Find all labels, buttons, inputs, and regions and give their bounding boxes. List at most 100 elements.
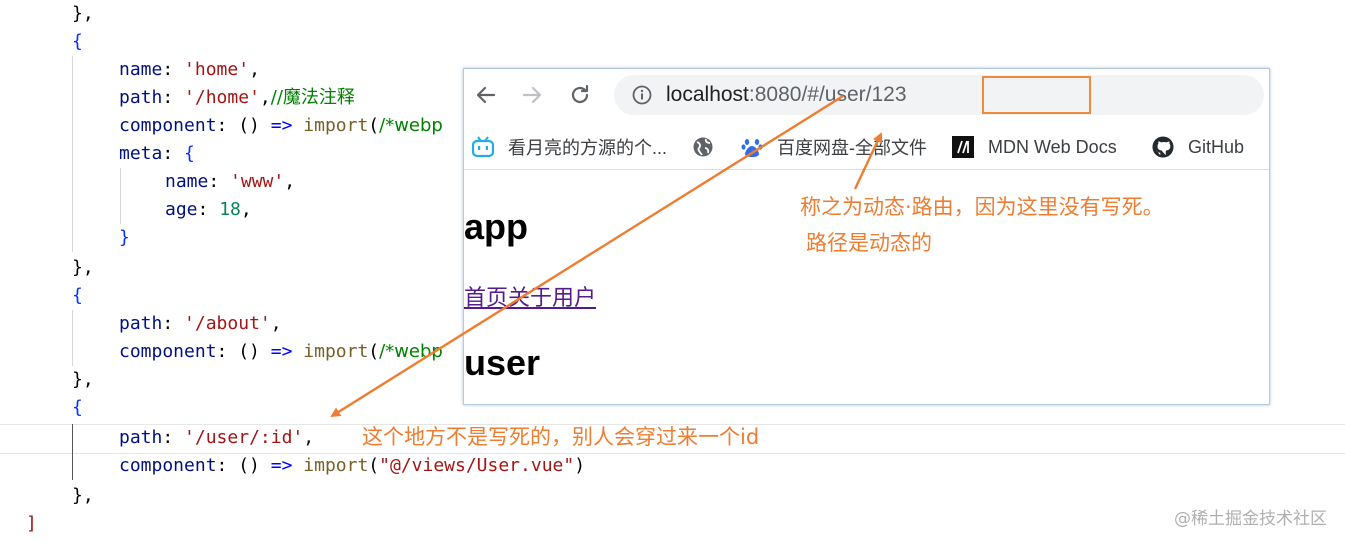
code-line: { xyxy=(72,282,83,310)
code-line: path: '/user/:id', xyxy=(119,424,314,452)
code-token: component xyxy=(119,455,217,476)
code-token: path xyxy=(119,313,163,334)
code-token: , xyxy=(259,87,271,108)
indent-guide xyxy=(72,56,73,252)
baidu-icon xyxy=(741,136,763,158)
arrow-left-icon xyxy=(476,86,496,104)
code-token: : () xyxy=(216,341,271,362)
code-token: ( xyxy=(368,115,380,136)
code-token: }, xyxy=(72,369,94,390)
url-text: localhost:8080/#/user/123 xyxy=(666,82,907,108)
code-token: import xyxy=(303,115,369,136)
code-line: ] xyxy=(26,510,37,538)
code-token: : () xyxy=(216,115,271,136)
code-token: /*webp xyxy=(379,341,443,362)
bilibili-icon xyxy=(472,136,494,158)
code-token: : xyxy=(162,143,185,164)
code-token: , xyxy=(249,59,260,80)
code-token: }, xyxy=(72,485,94,506)
bookmark-label: 看月亮的方源的个... xyxy=(508,138,668,158)
code-token: component xyxy=(119,115,217,136)
reload-button[interactable] xyxy=(566,81,594,109)
code-token: 'home' xyxy=(184,59,250,80)
code-token: /*webp xyxy=(379,115,443,136)
code-token: => xyxy=(270,455,293,476)
code-token: : xyxy=(162,59,185,80)
code-token: , xyxy=(284,171,296,192)
mdn-icon xyxy=(952,136,974,158)
code-token: path xyxy=(119,87,163,108)
bookmark-baidu-pan[interactable]: 百度网盘-全部文件 xyxy=(741,135,927,159)
code-line: name: 'home', xyxy=(119,56,260,84)
annotation-dynamic-path: 路径是动态的 xyxy=(806,231,932,255)
code-token: ( xyxy=(368,341,380,362)
code-token: : xyxy=(208,171,231,192)
code-token: name xyxy=(165,171,209,192)
page-heading-app: app xyxy=(464,206,529,247)
annotation-param-id: 这个地方不是写死的，别人会穿过来一个id xyxy=(362,425,760,449)
arrow-right-icon xyxy=(522,86,542,104)
url-host: localhost xyxy=(666,83,749,106)
back-button[interactable] xyxy=(472,81,500,109)
code-token: , xyxy=(240,199,252,220)
code-token: "@/views/User.vue" xyxy=(379,455,575,476)
code-line: component: () => import(/*webp xyxy=(119,112,443,140)
code-token: meta xyxy=(119,143,163,164)
globe-icon xyxy=(692,136,714,158)
code-token: }, xyxy=(72,257,94,278)
code-token: { xyxy=(72,397,83,418)
code-token: import xyxy=(303,455,369,476)
code-token: 'www' xyxy=(230,171,285,192)
code-token: , xyxy=(303,427,315,448)
github-icon xyxy=(1152,136,1174,158)
code-line: age: 18, xyxy=(165,196,252,224)
code-line: { xyxy=(72,394,83,422)
code-token: ( xyxy=(368,455,380,476)
code-line: meta: { xyxy=(119,140,195,168)
reload-icon xyxy=(571,84,589,104)
bookmarks-bar: 看月亮的方源的个... 百度网盘-全部文件 MDN Web Docs GitHu… xyxy=(464,125,1269,170)
watermark: @稀土掘金技术社区 xyxy=(1174,509,1327,529)
code-line: { xyxy=(72,28,83,56)
code-line: } xyxy=(119,224,130,252)
code-line: }, xyxy=(72,482,94,510)
info-icon[interactable] xyxy=(632,85,652,105)
indent-guide xyxy=(72,310,73,366)
browser-toolbar: localhost:8080/#/user/123 xyxy=(464,69,1269,121)
code-token: ) xyxy=(574,455,586,476)
forward-button[interactable] xyxy=(518,81,546,109)
code-line: }, xyxy=(72,0,94,28)
annotation-dynamic-route: 称之为动态·路由，因为这里没有写死。 xyxy=(800,195,1164,219)
code-token: : xyxy=(197,199,220,220)
code-token: : xyxy=(162,313,185,334)
bookmark-github[interactable]: GitHub xyxy=(1152,135,1244,159)
address-bar[interactable]: localhost:8080/#/user/123 xyxy=(614,75,1264,115)
url-path: :8080/#/user/123 xyxy=(748,83,907,106)
code-token: : xyxy=(162,427,185,448)
bookmark-bilibili[interactable]: 看月亮的方源的个... xyxy=(472,135,667,159)
code-line: name: 'www', xyxy=(165,168,295,196)
code-token: : () xyxy=(216,455,271,476)
code-token: , xyxy=(270,313,282,334)
code-token: 18 xyxy=(219,199,241,220)
nav-links[interactable]: 首页关于用户 xyxy=(464,280,596,312)
code-token: => xyxy=(270,341,293,362)
bookmark-label: GitHub xyxy=(1188,136,1245,157)
code-token: '/about' xyxy=(184,313,271,334)
code-token: //魔法注释 xyxy=(270,87,355,108)
code-token: => xyxy=(270,115,293,136)
code-line: component: () => import(/*webp xyxy=(119,338,443,366)
code-token: age xyxy=(165,199,198,220)
code-token: component xyxy=(119,341,217,362)
indent-guide-active xyxy=(72,424,73,480)
bookmark-globe[interactable] xyxy=(692,135,728,159)
bookmark-mdn[interactable]: MDN Web Docs xyxy=(952,135,1117,159)
code-token: { xyxy=(72,31,83,52)
code-line: }, xyxy=(72,366,94,394)
code-token: '/user/:id' xyxy=(184,427,304,448)
bookmark-label: 百度网盘-全部文件 xyxy=(777,138,927,158)
code-token: }, xyxy=(72,3,94,24)
